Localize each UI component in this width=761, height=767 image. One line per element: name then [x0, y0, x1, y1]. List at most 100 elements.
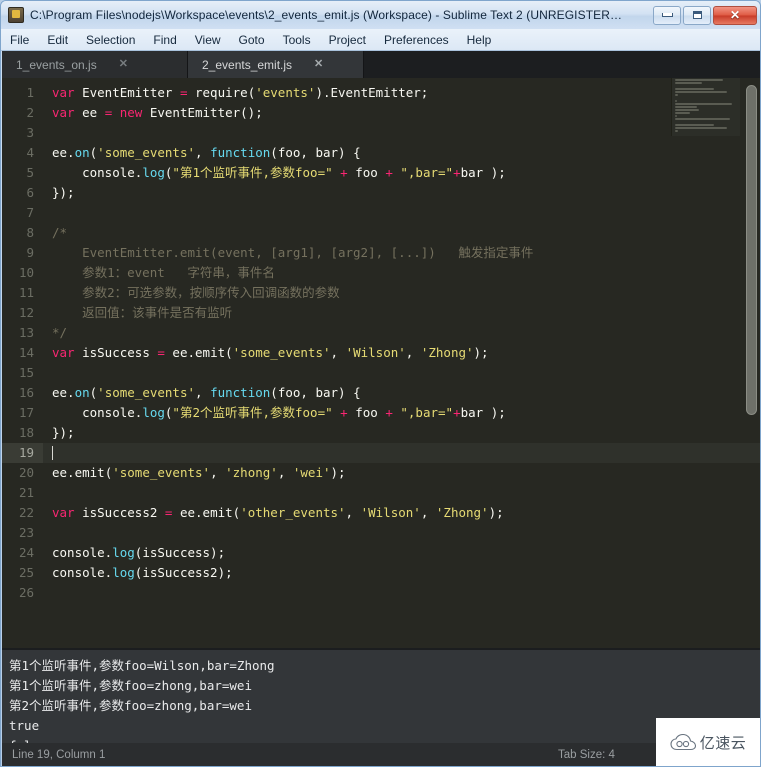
code-token: );	[473, 345, 489, 360]
vertical-scrollbar[interactable]	[746, 83, 757, 639]
code-line[interactable]: 13 */	[2, 323, 760, 343]
menu-item-goto[interactable]: Goto	[231, 31, 273, 49]
code-token: var	[52, 345, 83, 360]
code-line[interactable]: 8 /*	[2, 223, 760, 243]
tab-label: 1_events_on.js	[16, 57, 97, 72]
console-output-line: 第2个监听事件,参数foo=zhong,bar=wei	[9, 698, 252, 713]
minimap-line	[675, 118, 731, 120]
code-line-text: 参数1：event 字符串，事件名	[43, 263, 760, 283]
code-line-text: */	[43, 323, 760, 343]
code-token: ,	[330, 345, 346, 360]
code-line[interactable]: 5 console.log("第1个监听事件,参数foo=" + foo + "…	[2, 163, 760, 183]
code-line[interactable]: 22 var isSuccess2 = ee.emit('other_events…	[2, 503, 760, 523]
code-token: 'some_events'	[232, 345, 331, 360]
tab-2-events-emit[interactable]: 2_events_emit.js ✕	[188, 51, 364, 78]
code-token: 'Wilson'	[360, 505, 421, 520]
code-line[interactable]: 21	[2, 483, 760, 503]
console-output-line: 第1个监听事件,参数foo=Wilson,bar=Zhong	[9, 658, 275, 673]
code-line-text	[43, 443, 760, 463]
line-number: 4	[26, 145, 34, 160]
close-button[interactable]: ✕	[713, 5, 757, 25]
line-number: 10	[18, 265, 34, 280]
code-line[interactable]: 17 console.log("第2个监听事件,参数foo=" + foo + …	[2, 403, 760, 423]
maximize-button[interactable]	[683, 5, 711, 25]
code-token: bar );	[460, 405, 506, 420]
code-line[interactable]: 19	[2, 443, 760, 463]
code-token: 'Zhong'	[420, 345, 474, 360]
window-controls: ✕	[653, 5, 757, 25]
menu-item-help[interactable]: Help	[459, 31, 500, 49]
code-line[interactable]: 20 ee.emit('some_events', 'zhong', 'wei')…	[2, 463, 760, 483]
line-number: 8	[26, 225, 34, 240]
tab-close-icon[interactable]: ✕	[119, 59, 128, 70]
code-token: (foo, bar) {	[270, 145, 361, 160]
code-token: /*	[52, 225, 68, 240]
code-line-text: var EventEmitter = require('events').Eve…	[43, 83, 760, 103]
line-number: 26	[18, 585, 34, 600]
code-token: (	[225, 345, 233, 360]
code-line[interactable]: 24 console.log(isSuccess);	[2, 543, 760, 563]
code-line[interactable]: 2 var ee = new EventEmitter();	[2, 103, 760, 123]
tab-size-indicator[interactable]: Tab Size: 4	[558, 743, 615, 766]
code-token: isSuccess2	[82, 505, 165, 520]
code-editor[interactable]: 1 var EventEmitter = require('events').Ev…	[2, 78, 760, 648]
cursor-position: Line 19, Column 1	[12, 749, 106, 761]
code-line-text: });	[43, 423, 760, 443]
code-token: 参数1：event 字符串，事件名	[52, 265, 275, 280]
code-line[interactable]: 14 var isSuccess = ee.emit('some_events',…	[2, 343, 760, 363]
menu-item-edit[interactable]: Edit	[39, 31, 76, 49]
scrollbar-thumb[interactable]	[746, 85, 757, 415]
code-line[interactable]: 9 EventEmitter.emit(event, [arg1], [arg2…	[2, 243, 760, 263]
minimap-line	[675, 106, 697, 108]
sublime-text-app-icon	[8, 7, 24, 23]
code-token: (isSuccess2);	[134, 565, 233, 580]
code-line[interactable]: 15	[2, 363, 760, 383]
minimap-line	[675, 124, 714, 126]
minimap[interactable]	[671, 78, 740, 136]
line-number: 3	[26, 125, 34, 140]
code-line[interactable]: 7	[2, 203, 760, 223]
code-line[interactable]: 11 参数2：可选参数，按顺序传入回调函数的参数	[2, 283, 760, 303]
code-line[interactable]: 26	[2, 583, 760, 603]
code-line[interactable]: 18});	[2, 423, 760, 443]
menu-bar: File Edit Selection Find View Goto Tools…	[1, 29, 760, 51]
code-token: foo	[355, 165, 378, 180]
code-line[interactable]: 6});	[2, 183, 760, 203]
menu-item-preferences[interactable]: Preferences	[376, 31, 457, 49]
tab-label: 2_events_emit.js	[202, 57, 293, 72]
watermark: 亿速云	[656, 718, 760, 766]
code-token: var	[52, 505, 83, 520]
code-line[interactable]: 4 ee.on('some_events', function(foo, bar)…	[2, 143, 760, 163]
code-line[interactable]: 23	[2, 523, 760, 543]
code-token: ,	[277, 465, 293, 480]
code-line[interactable]: 12 返回值：该事件是否有监听	[2, 303, 760, 323]
minimap-line	[675, 103, 732, 105]
menu-item-file[interactable]: File	[2, 31, 37, 49]
tab-1-events-on[interactable]: 1_events_on.js ✕	[2, 51, 188, 78]
code-token: log	[142, 405, 165, 420]
code-token: =	[157, 345, 165, 360]
menu-item-view[interactable]: View	[187, 31, 229, 49]
code-token: foo	[355, 405, 378, 420]
code-line[interactable]: 25 console.log(isSuccess2);	[2, 563, 760, 583]
code-line[interactable]: 1 var EventEmitter = require('events').Ev…	[2, 83, 760, 103]
code-token: "第1个监听事件,参数foo="	[172, 165, 333, 180]
tab-close-icon[interactable]: ✕	[314, 59, 323, 70]
code-line[interactable]: 10 参数1：event 字符串，事件名	[2, 263, 760, 283]
code-token: on	[74, 145, 90, 160]
menu-item-project[interactable]: Project	[321, 31, 374, 49]
line-number: 24	[18, 545, 34, 560]
code-line[interactable]: 3	[2, 123, 760, 143]
code-token: console.	[52, 405, 143, 420]
minimap-line	[675, 82, 702, 84]
minimize-button[interactable]	[653, 5, 681, 25]
minimap-line	[675, 115, 677, 117]
code-token: 'other_events'	[240, 505, 346, 520]
code-token: function	[210, 385, 271, 400]
line-number: 18	[18, 425, 34, 440]
menu-item-selection[interactable]: Selection	[78, 31, 143, 49]
code-line[interactable]: 16 ee.on('some_events', function(foo, bar…	[2, 383, 760, 403]
menu-item-find[interactable]: Find	[145, 31, 184, 49]
menu-item-tools[interactable]: Tools	[275, 31, 319, 49]
